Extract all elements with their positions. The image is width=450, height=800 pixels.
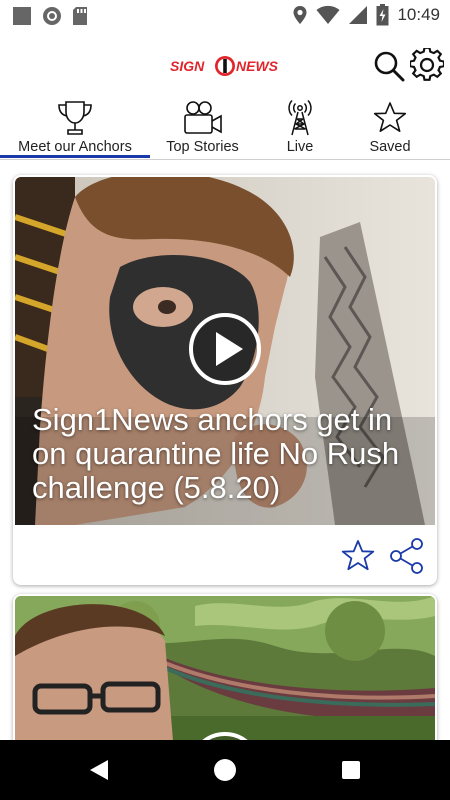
system-nav-bar bbox=[0, 740, 450, 800]
tab-bar: Meet our Anchors Top Stories Live Saved bbox=[0, 96, 450, 160]
card-actions bbox=[13, 525, 437, 585]
svg-text:NEWS: NEWS bbox=[236, 58, 279, 74]
story-feed[interactable]: Sign1News anchors get in on quarantine l… bbox=[0, 162, 450, 740]
trophy-icon bbox=[58, 101, 92, 135]
tab-label: Top Stories bbox=[166, 139, 239, 155]
tab-live[interactable]: Live bbox=[255, 96, 345, 160]
video-thumbnail[interactable] bbox=[15, 596, 435, 740]
battery-charging-icon bbox=[376, 4, 389, 26]
tab-meet-our-anchors[interactable]: Meet our Anchors bbox=[0, 96, 150, 160]
gear-icon[interactable] bbox=[410, 48, 444, 82]
home-icon[interactable] bbox=[213, 758, 237, 782]
recents-icon[interactable] bbox=[341, 760, 361, 780]
video-thumbnail[interactable]: Sign1News anchors get in on quarantine l… bbox=[15, 177, 435, 525]
signal-icon bbox=[349, 6, 368, 24]
svg-text:SIGN: SIGN bbox=[170, 58, 205, 74]
search-icon[interactable] bbox=[373, 50, 405, 82]
star-icon[interactable] bbox=[341, 539, 375, 573]
active-tab-indicator bbox=[0, 155, 150, 158]
tab-label: Saved bbox=[369, 139, 411, 155]
star-icon bbox=[373, 102, 407, 132]
app-screen: 10:49 SIGN NEWS Meet our Anchors Top Sto… bbox=[0, 0, 450, 800]
sd-card-icon bbox=[73, 7, 87, 25]
wifi-icon bbox=[316, 5, 340, 24]
tab-top-stories[interactable]: Top Stories bbox=[150, 96, 255, 160]
play-icon[interactable] bbox=[188, 312, 262, 386]
tab-label: Live bbox=[286, 139, 314, 155]
location-icon bbox=[293, 6, 307, 24]
tab-saved[interactable]: Saved bbox=[345, 96, 435, 160]
video-title[interactable]: Sign1News anchors get in on quarantine l… bbox=[32, 403, 421, 505]
stop-icon bbox=[13, 7, 31, 25]
video-card[interactable] bbox=[13, 594, 437, 740]
status-bar: 10:49 bbox=[0, 0, 450, 34]
back-icon[interactable] bbox=[88, 759, 110, 781]
tab-label: Meet our Anchors bbox=[18, 139, 132, 155]
record-icon bbox=[43, 7, 61, 25]
thumbnail-image bbox=[15, 596, 435, 740]
video-card[interactable]: Sign1News anchors get in on quarantine l… bbox=[13, 175, 437, 585]
broadcast-tower-icon bbox=[288, 100, 312, 136]
play-icon[interactable] bbox=[188, 731, 262, 740]
app-header: SIGN NEWS bbox=[0, 34, 450, 96]
share-icon[interactable] bbox=[389, 538, 425, 574]
status-time: 10:49 bbox=[397, 5, 440, 24]
video-camera-icon bbox=[184, 101, 222, 134]
sign1news-logo[interactable]: SIGN NEWS bbox=[170, 54, 282, 78]
